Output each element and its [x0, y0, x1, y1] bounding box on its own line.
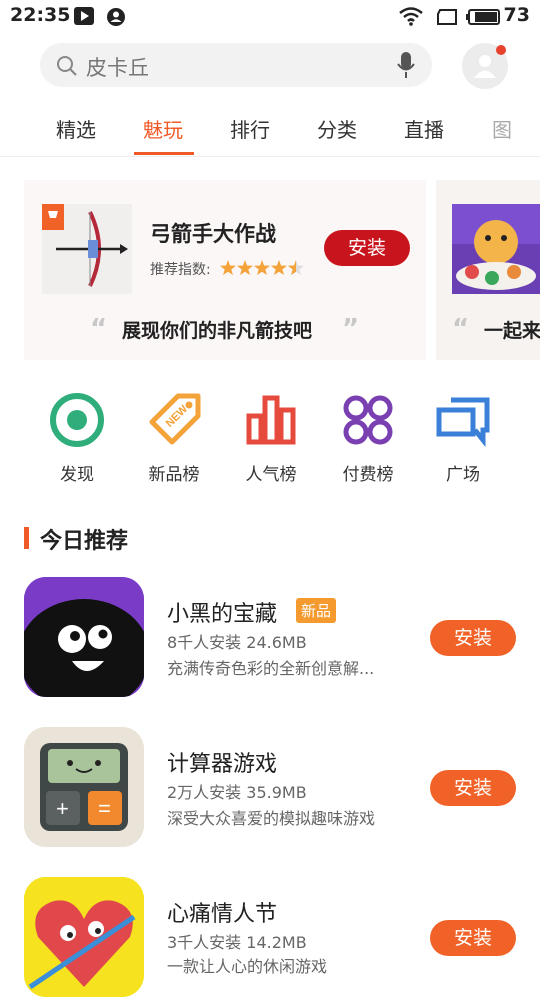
svg-text:=: = — [98, 796, 111, 821]
section-title: 今日推荐 — [40, 529, 129, 554]
target-icon — [47, 390, 107, 450]
tab-more[interactable]: 图 — [492, 114, 512, 143]
app-icon-heartbreak[interactable] — [24, 877, 144, 997]
category-popular-chart[interactable]: 人气榜 — [236, 390, 306, 485]
category-new-chart[interactable]: NEW 新品榜 — [139, 390, 209, 485]
rating-label: 推荐指数: — [150, 262, 211, 278]
app-description: 充满传奇色彩的全新创意解... — [167, 659, 375, 678]
featured-banner[interactable]: 弓箭手大作战 推荐指数: 安装 “ 展现你们的非凡箭技吧 ” — [24, 180, 426, 360]
category-popular-chart-label: 人气榜 — [245, 465, 297, 485]
category-discover-label: 发现 — [60, 465, 94, 485]
wifi-icon — [398, 6, 424, 30]
app-description: 一款让人心的休闲游戏 — [167, 957, 328, 976]
chat-square-icon — [433, 390, 493, 450]
tab-ranking[interactable]: 排行 — [230, 114, 270, 143]
active-tab-indicator — [134, 152, 194, 155]
four-circles-icon — [338, 390, 398, 450]
app-icon-calculator[interactable]: + = — [24, 727, 144, 847]
banner-tagline: 展现你们的非凡箭技吧 — [122, 320, 313, 342]
user-avatar-button[interactable] — [462, 43, 508, 89]
svg-text:+: + — [56, 796, 69, 821]
sushi-game-thumbnail — [452, 204, 540, 294]
battery-level: 73 — [503, 4, 530, 26]
battery-icon — [466, 8, 502, 30]
app-name[interactable]: 计算器游戏 — [167, 746, 277, 778]
tab-live[interactable]: 直播 — [404, 114, 444, 143]
microphone-icon[interactable] — [396, 51, 416, 83]
category-square[interactable]: 广场 — [428, 390, 498, 485]
account-notification-icon — [106, 7, 126, 31]
close-quote-icon: ” — [342, 314, 360, 344]
search-bar[interactable]: 皮卡丘 — [40, 43, 432, 87]
app-description: 深受大众喜爱的模拟趣味游戏 — [167, 809, 376, 828]
notification-dot — [496, 45, 506, 55]
tab-category[interactable]: 分类 — [317, 114, 357, 143]
rating-stars — [220, 260, 310, 280]
category-new-chart-label: 新品榜 — [148, 465, 200, 485]
category-paid-chart[interactable]: 付费榜 — [333, 390, 403, 485]
next-banner-tagline: 一起来 — [484, 320, 540, 342]
next-open-quote-icon: “ — [452, 314, 470, 344]
install-button[interactable]: 安装 — [430, 770, 516, 806]
install-button[interactable]: 安装 — [430, 920, 516, 956]
search-input[interactable]: 皮卡丘 — [86, 52, 149, 82]
app-meta: 8千人安装 24.6MB — [167, 633, 307, 652]
category-paid-chart-label: 付费榜 — [342, 465, 394, 485]
open-quote-icon: “ — [90, 314, 108, 344]
category-square-label: 广场 — [446, 465, 480, 485]
bar-chart-icon — [241, 390, 301, 450]
play-notification-icon — [74, 7, 94, 25]
tab-bar: 精选 魅玩 排行 分类 直播 图 — [0, 104, 540, 157]
user-icon — [473, 53, 497, 83]
category-discover[interactable]: 发现 — [42, 390, 112, 485]
screen-rotate-icon — [436, 8, 458, 30]
next-banner-card[interactable]: “ 一起来 — [436, 180, 540, 360]
archer-game-thumbnail — [42, 204, 132, 294]
section-marker — [24, 527, 29, 549]
status-bar: 22:35 73 — [0, 0, 540, 34]
app-meta: 3千人安装 14.2MB — [167, 933, 307, 952]
app-meta: 2万人安装 35.9MB — [167, 783, 307, 802]
app-name[interactable]: 心痛情人节 — [167, 896, 277, 928]
banner-game-title: 弓箭手大作战 — [150, 222, 276, 246]
status-time: 22:35 — [10, 4, 71, 26]
tab-featured[interactable]: 精选 — [56, 114, 96, 143]
new-tag-icon: NEW — [144, 390, 204, 450]
tab-mewan[interactable]: 魅玩 — [143, 114, 183, 143]
app-icon-xiaohei[interactable] — [24, 577, 144, 697]
install-button[interactable]: 安装 — [430, 620, 516, 656]
banner-install-button[interactable]: 安装 — [324, 230, 410, 266]
search-icon — [56, 55, 78, 81]
app-name[interactable]: 小黑的宝藏 — [167, 596, 277, 628]
new-badge: 新品 — [296, 598, 337, 623]
